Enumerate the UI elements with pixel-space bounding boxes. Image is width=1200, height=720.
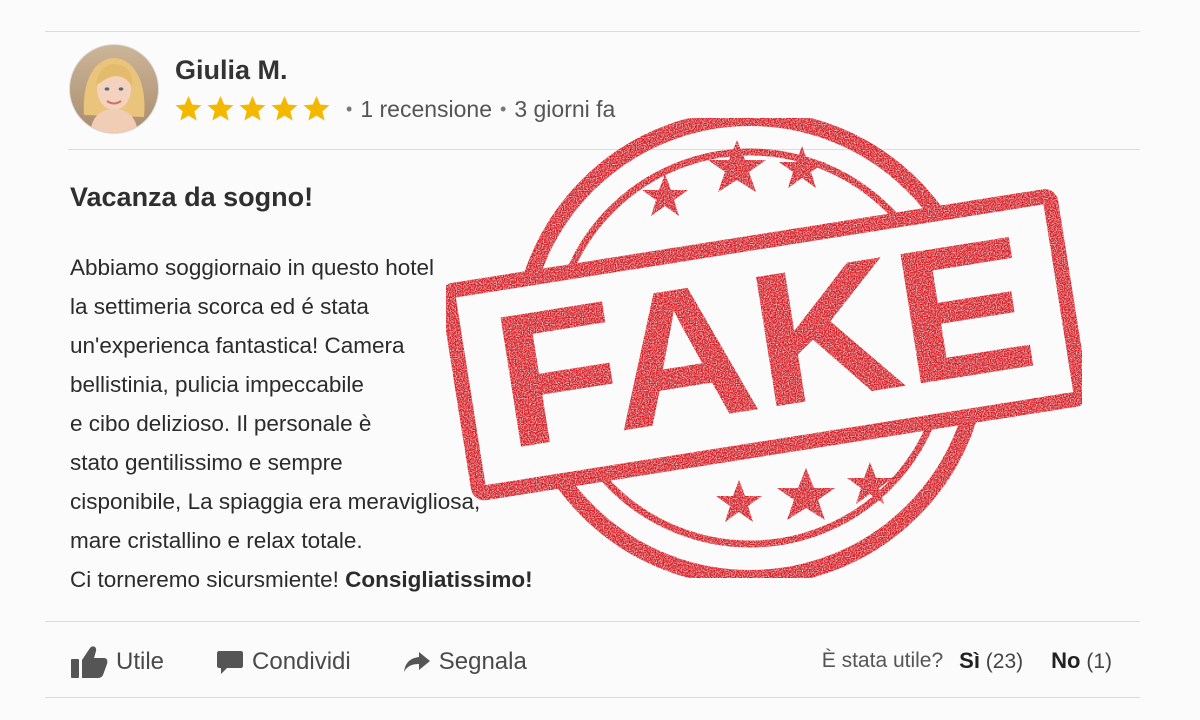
review-body-line: bellistinia, pulicia impeccabile (70, 365, 490, 404)
useful-button[interactable]: Utile (70, 645, 164, 679)
review-body-line: Ci torneremo sicursmiente! Consigliatiss… (70, 560, 533, 599)
review-body-text: Abbiamo soggiornaio in questo hotel (70, 255, 434, 280)
review-body-line: mare cristallino e relax totale. (70, 521, 490, 560)
reviewer-name[interactable]: Giulia M. (175, 55, 288, 86)
star-rating (173, 94, 332, 124)
avatar[interactable] (70, 45, 158, 133)
star-icon (207, 95, 234, 121)
review-body-line: cisponibile, La spiaggia era meraviglios… (70, 482, 490, 521)
review-body-text: cisponibile, La spiaggia era meraviglios… (70, 489, 481, 514)
top-divider (45, 31, 1140, 32)
review-card: Giulia M. • 1 recensione • 3 giorni fa V… (0, 0, 1200, 720)
review-body-text: la settimeria scorca ed é stata (70, 294, 369, 319)
review-body: Abbiamo soggiornaio in questo hotel la se… (70, 248, 533, 599)
vote-no-button[interactable]: No (1) (1051, 648, 1112, 674)
separator-dot: • (346, 98, 353, 119)
review-closing: Consigliatissimo! (345, 567, 533, 592)
share-label: Condividi (252, 648, 351, 675)
review-body-line: e cibo delizioso. Il personale è (70, 404, 490, 443)
review-body-line: la settimeria scorca ed é stata (70, 287, 490, 326)
vote-yes-label: Sì (959, 648, 980, 673)
review-body-line: Abbiamo soggiornaio in questo hotel (70, 248, 490, 287)
star-icon (303, 95, 330, 121)
share-button[interactable]: Condividi (216, 648, 351, 676)
star-icon (175, 95, 202, 121)
report-button[interactable]: Segnala (403, 648, 527, 676)
forward-arrow-icon (403, 652, 430, 672)
review-title: Vacanza da sogno! (70, 182, 314, 212)
thumbs-up-icon (71, 646, 108, 678)
review-count: 1 recensione (360, 95, 493, 122)
review-body-text: stato gentilissimo e sempre (70, 450, 343, 475)
review-meta: • 1 recensione • 3 giorni fa (173, 94, 615, 124)
helpfulness-poll: È stata utile? Sì (23) No (1) (822, 648, 1112, 674)
helpful-question: È stata utile? (821, 649, 944, 672)
report-label: Segnala (438, 648, 527, 675)
vote-yes-button[interactable]: Sì (23) (959, 648, 1023, 674)
footer-divider-top (45, 621, 1140, 622)
review-actions: Utile Condividi Segnala (70, 640, 579, 684)
review-body-line: un'experienca fantastica! Camera (70, 326, 490, 365)
vote-no-label: No (1051, 648, 1081, 673)
useful-label: Utile (116, 648, 165, 675)
separator-dot: • (500, 98, 507, 119)
review-body-text: mare cristallino e relax totale. (70, 528, 363, 553)
star-icon (239, 95, 266, 121)
stamp-label: FAKE (481, 195, 1048, 489)
vote-yes-count: (23) (985, 650, 1024, 673)
review-body-text: Ci torneremo sicursmiente! (70, 567, 339, 592)
comment-icon (217, 651, 244, 674)
footer-divider-bottom (45, 697, 1140, 698)
vote-no-count: (1) (1086, 650, 1112, 673)
star-icon (271, 95, 298, 121)
header-divider (68, 149, 1140, 150)
fake-stamp: FAKE (440, 110, 1089, 586)
review-date: 3 giorni fa (514, 95, 616, 122)
review-body-text: e cibo delizioso. Il personale è (70, 411, 372, 436)
review-body-text: un'experienca fantastica! Camera (70, 333, 405, 358)
review-body-text: bellistinia, pulicia impeccabile (70, 372, 364, 397)
review-body-line: stato gentilissimo e sempre (70, 443, 490, 482)
